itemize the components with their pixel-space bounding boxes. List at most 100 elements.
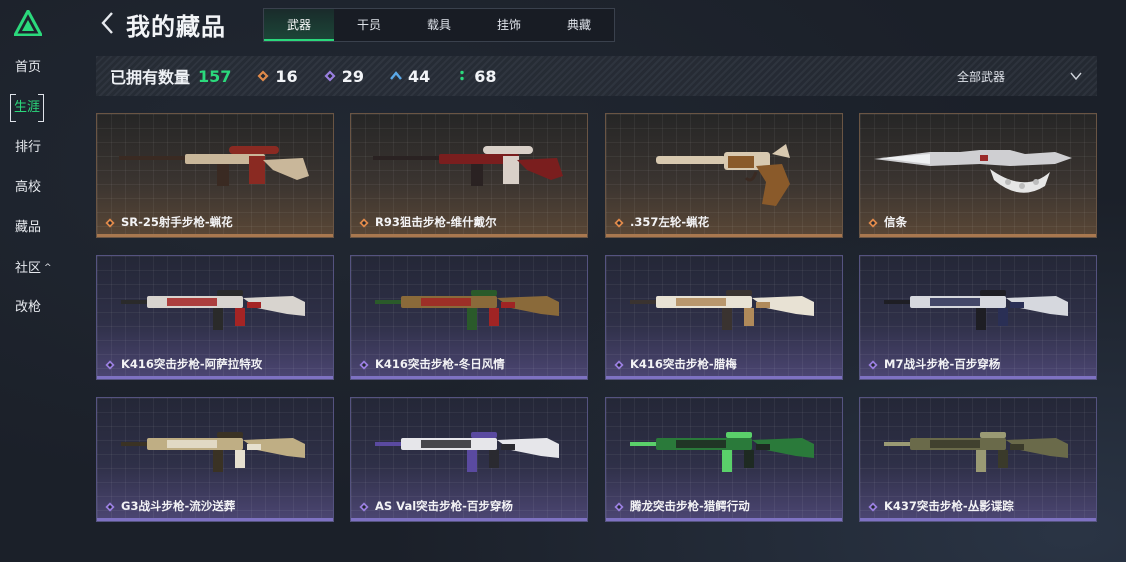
purple-diamond-icon — [359, 360, 369, 370]
rarity-count-3: 68 — [456, 67, 496, 86]
sidebar-item-1[interactable]: 生涯 — [0, 94, 64, 138]
weapon-image — [630, 432, 814, 472]
weapon-image — [119, 146, 309, 186]
sidebar-item-4[interactable]: 藏品 — [0, 218, 64, 258]
orange-diamond-icon — [614, 218, 624, 228]
weapon-card[interactable]: K416突击步枪-冬日风情 — [350, 255, 588, 380]
tab-3[interactable]: 挂饰 — [474, 9, 544, 41]
weapon-name: 腾龙突击步枪-猎鳄行动 — [630, 499, 750, 513]
tab-1[interactable]: 干员 — [334, 9, 404, 41]
chevron-down-icon — [1070, 72, 1082, 81]
weapon-card[interactable]: 信条 — [859, 113, 1097, 238]
sidebar-item-label: 首页 — [15, 60, 42, 75]
weapon-image — [121, 290, 305, 330]
purple-diamond-icon — [105, 502, 115, 512]
purple-diamond-icon — [868, 502, 878, 512]
rarity-count-1: 29 — [324, 67, 364, 86]
weapon-image — [375, 432, 559, 472]
orange-diamond-icon — [105, 218, 115, 228]
rarity-bar — [351, 376, 587, 379]
purple-diamond-icon — [868, 360, 878, 370]
sidebar-item-label: 排行 — [15, 140, 42, 155]
weapon-card[interactable]: .357左轮-蝋花 — [605, 113, 843, 238]
rarity-bar — [97, 518, 333, 521]
sidebar-item-5[interactable]: 社区 ^ — [0, 258, 64, 298]
sidebar: 首页 生涯 排行 高校 藏品 社区 ^ 改枪 — [0, 0, 64, 562]
weapon-image — [373, 146, 563, 186]
weapon-name: K416突击步枪-腊梅 — [630, 357, 737, 371]
weapon-name: K416突击步枪-冬日风情 — [375, 357, 505, 371]
weapon-name: K437突击步枪-丛影谍踪 — [884, 499, 1014, 513]
sidebar-item-label: 生涯 — [10, 94, 45, 122]
orange-diamond-icon — [868, 218, 878, 228]
weapon-name: AS Val突击步枪-百步穿杨 — [375, 499, 513, 513]
weapon-card[interactable]: K416突击步枪-阿萨拉特攻 — [96, 255, 334, 380]
orange-diamond-icon — [359, 218, 369, 228]
weapon-card[interactable]: K416突击步枪-腊梅 — [605, 255, 843, 380]
rarity-count-value: 68 — [474, 66, 497, 86]
rarity-bar — [351, 518, 587, 521]
purple-diamond-icon — [359, 502, 369, 512]
weapon-name: .357左轮-蝋花 — [630, 215, 710, 229]
rarity-bar — [606, 376, 842, 379]
weapon-image — [656, 144, 790, 206]
weapon-card[interactable]: K437突击步枪-丛影谍踪 — [859, 397, 1097, 522]
header: 我的藏品 武器 干员 载具 挂饰 典藏 — [96, 4, 1096, 44]
weapon-card[interactable]: M7战斗步枪-百步穿杨 — [859, 255, 1097, 380]
back-arrow-icon[interactable] — [98, 10, 118, 36]
weapon-filter-dropdown[interactable]: 全部武器 — [957, 56, 1083, 96]
sidebar-nav: 首页 生涯 排行 高校 藏品 社区 ^ 改枪 — [0, 58, 64, 338]
weapon-image — [121, 432, 305, 472]
blue-chevron-icon — [390, 71, 402, 80]
green-dots-icon — [460, 70, 464, 81]
rarity-bar — [606, 234, 842, 237]
weapon-card[interactable]: SR-25射手步枪-蝋花 — [96, 113, 334, 238]
tab-2[interactable]: 载具 — [404, 9, 474, 41]
rarity-count-0: 16 — [257, 67, 298, 86]
weapon-image — [884, 432, 1068, 472]
expand-caret-icon: ^ — [44, 263, 52, 273]
app-logo-icon[interactable] — [14, 10, 42, 36]
weapon-image — [874, 150, 1072, 193]
weapon-card[interactable]: G3战斗步枪-流沙送葬 — [96, 397, 334, 522]
weapon-image — [884, 290, 1068, 330]
purple-diamond-icon — [614, 502, 624, 512]
sidebar-item-label: 藏品 — [15, 220, 42, 235]
rarity-count-value: 29 — [341, 66, 364, 86]
weapon-card[interactable]: R93狙击步枪-维什戴尔 — [350, 113, 588, 238]
rarity-bar — [97, 376, 333, 379]
sidebar-item-2[interactable]: 排行 — [0, 138, 64, 178]
tab-0[interactable]: 武器 — [264, 9, 334, 41]
rarity-bar — [860, 376, 1096, 379]
purple-diamond-icon — [614, 360, 624, 370]
weapon-card[interactable]: AS Val突击步枪-百步穿杨 — [350, 397, 588, 522]
weapon-image — [630, 290, 814, 330]
weapon-image — [375, 290, 559, 330]
weapon-name: 信条 — [884, 215, 907, 229]
purple-diamond-icon — [324, 70, 336, 82]
rarity-bar — [860, 234, 1096, 237]
sidebar-item-0[interactable]: 首页 — [0, 58, 64, 98]
weapon-card[interactable]: 腾龙突击步枪-猎鳄行动 — [605, 397, 843, 522]
rarity-bar — [606, 518, 842, 521]
summary-bar: 已拥有数量 157 16 29 44 68 全部武器 — [96, 56, 1097, 96]
sidebar-item-label: 高校 — [15, 180, 42, 195]
page-title: 我的藏品 — [126, 13, 226, 41]
owned-count-total: 157 — [198, 66, 232, 86]
rarity-count-value: 44 — [407, 66, 431, 86]
rarity-bar — [97, 234, 333, 237]
rarity-bar — [860, 518, 1096, 521]
purple-diamond-icon — [105, 360, 115, 370]
rarity-bar — [351, 234, 587, 237]
weapon-name: K416突击步枪-阿萨拉特攻 — [121, 357, 263, 371]
owned-count-label: 已拥有数量 — [110, 68, 191, 87]
weapon-name: M7战斗步枪-百步穿杨 — [884, 357, 1001, 371]
sidebar-item-3[interactable]: 高校 — [0, 178, 64, 218]
sidebar-item-6[interactable]: 改枪 — [0, 298, 64, 338]
weapon-name: R93狙击步枪-维什戴尔 — [375, 215, 497, 229]
rarity-counts: 16 29 44 68 — [231, 67, 496, 86]
sidebar-item-label: 社区 — [15, 261, 42, 276]
weapon-name: SR-25射手步枪-蝋花 — [121, 215, 233, 229]
tab-4[interactable]: 典藏 — [544, 9, 614, 41]
rarity-count-2: 44 — [390, 67, 430, 86]
